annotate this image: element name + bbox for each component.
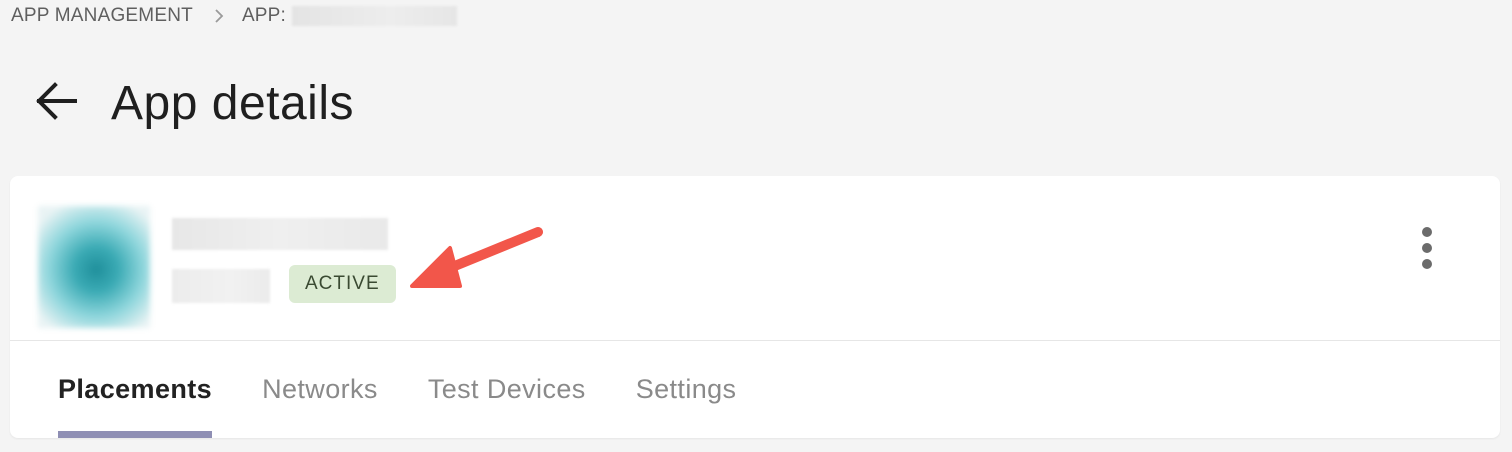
redacted-app-platform xyxy=(172,269,270,303)
breadcrumb-app-management[interactable]: APP MANAGEMENT xyxy=(11,5,193,27)
more-options-button[interactable] xyxy=(1410,222,1444,274)
redacted-app-title xyxy=(172,218,388,250)
arrow-left-icon xyxy=(33,81,79,126)
app-card: ACTIVE Placements Networks Test Devices … xyxy=(10,176,1500,438)
app-icon xyxy=(38,206,150,328)
vertical-ellipsis-icon xyxy=(1422,227,1432,237)
tab-settings[interactable]: Settings xyxy=(636,340,737,438)
breadcrumb-current-app: APP: xyxy=(241,5,287,26)
page-title: App details xyxy=(111,76,354,130)
tab-networks[interactable]: Networks xyxy=(262,340,378,438)
back-button[interactable] xyxy=(33,72,81,134)
tab-bar: Placements Networks Test Devices Setting… xyxy=(58,340,786,438)
tab-placements[interactable]: Placements xyxy=(58,340,213,438)
chevron-right-icon xyxy=(213,7,225,25)
page-header: App details xyxy=(33,72,354,134)
annotation-arrow-icon xyxy=(400,220,560,315)
status-badge: ACTIVE xyxy=(289,265,396,303)
tab-test-devices[interactable]: Test Devices xyxy=(428,340,586,438)
breadcrumb: APP MANAGEMENT APP: xyxy=(11,5,458,27)
redacted-app-name xyxy=(292,6,458,26)
